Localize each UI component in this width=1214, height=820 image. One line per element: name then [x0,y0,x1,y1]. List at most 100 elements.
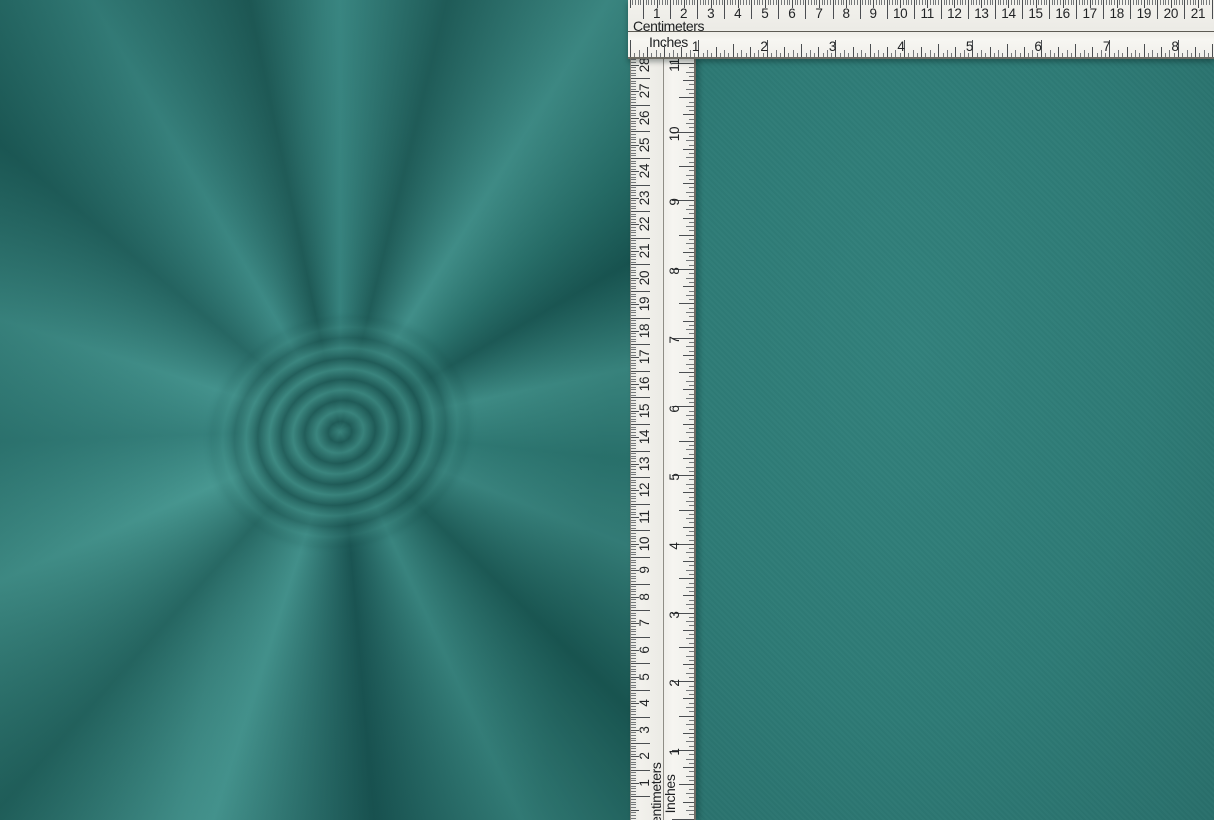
tick-mark [1155,0,1156,5]
tick-mark [631,264,650,265]
tick-mark [631,472,636,473]
tick-mark [689,205,694,206]
tick-mark [1028,53,1029,58]
tick-mark [683,561,694,562]
tick-mark [895,0,896,5]
centimeters-label: Centimeters [633,18,704,34]
tick-mark [689,282,694,283]
tick-mark [631,323,636,324]
tick-mark [689,239,694,240]
tick-mark [643,53,644,58]
tick-mark [631,727,636,728]
tick-mark [631,576,636,577]
tick-mark [631,456,636,457]
tick-mark [891,53,892,58]
tick-mark [631,780,636,781]
tick-mark [686,690,694,691]
tick-mark [631,482,636,483]
tick-mark [689,660,694,661]
tick-mark [689,771,694,772]
tick-mark [703,0,704,5]
tick-mark [749,0,750,5]
tick-mark [631,190,636,191]
tick-mark [1184,0,1185,19]
tick-mark [631,605,636,606]
tick-mark [732,0,733,5]
tick-mark [686,381,694,382]
tick-mark [1165,0,1166,5]
tick-mark [1182,53,1183,58]
tick-mark [934,53,935,58]
tick-mark [631,123,636,124]
tick-mark [631,514,636,515]
tick-mark [683,252,694,253]
tick-mark [1209,0,1210,5]
tick-mark [1052,0,1053,5]
tick-mark [780,53,781,58]
tick-mark [631,493,636,494]
tick-mark [638,0,639,5]
tick-mark [1203,0,1204,5]
tick-mark [973,0,974,5]
tick-mark [689,342,694,343]
tick-mark [631,97,636,98]
tick-mark [1182,0,1183,5]
tick-mark [683,595,694,596]
tick-mark [1101,50,1102,57]
tick-mark [689,411,694,412]
tick-mark [631,639,636,640]
tick-mark [908,53,909,58]
tick-mark [631,602,636,603]
tick-mark [631,621,636,622]
tick-mark [686,53,687,58]
tick-mark [686,484,694,485]
tick-mark [689,162,694,163]
tick-mark [874,53,875,58]
tick-mark [776,0,777,5]
tick-mark [692,0,693,5]
tick-mark [686,759,694,760]
tick-mark [1057,0,1058,5]
tick-mark [631,200,636,201]
tick-mark [631,206,636,207]
tick-mark [631,740,636,741]
tick-mark [1075,44,1076,57]
tick-mark [876,0,877,5]
tick-mark [630,0,631,8]
tick-mark [659,0,660,5]
tick-mark [631,466,636,467]
tick-mark [631,653,636,654]
tick-mark [631,381,636,382]
tick-mark [683,389,694,390]
tick-mark [823,53,824,58]
tick-mark [750,47,751,57]
tick-mark [631,440,636,441]
cm-number: 3 [638,726,652,733]
tick-mark [631,562,636,563]
tick-mark [1208,53,1209,58]
tick-mark [631,812,636,813]
tick-mark [757,0,758,5]
tick-mark [889,0,890,5]
tick-mark [686,260,694,261]
tick-mark [683,527,694,528]
tick-mark [631,810,639,811]
tick-mark [631,584,650,585]
tick-mark [631,107,636,108]
tick-mark [776,50,777,57]
tick-mark [631,791,636,792]
tick-mark [631,714,636,715]
tick-mark [689,110,694,111]
tick-mark [689,385,694,386]
tick-mark [631,698,636,699]
tick-mark [689,814,694,815]
tick-mark [631,815,636,816]
tick-mark [631,496,636,497]
tick-mark [631,528,636,529]
tick-mark [833,0,834,19]
tick-mark [631,435,636,436]
tick-mark [689,522,694,523]
tick-mark [686,192,694,193]
tick-mark [683,286,694,287]
tick-mark [816,0,817,5]
